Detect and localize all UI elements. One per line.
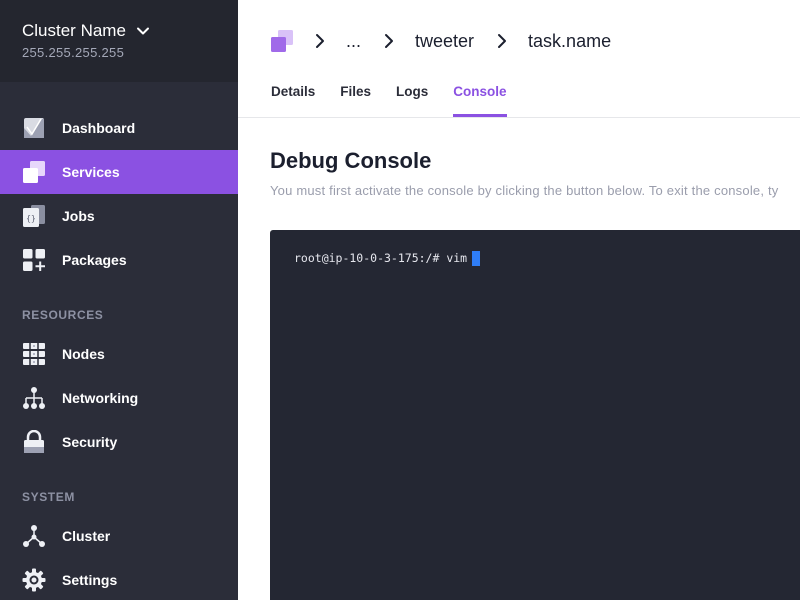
resources-heading: RESOURCES	[22, 308, 104, 322]
svg-text:{}: {}	[26, 214, 36, 223]
system-heading: SYSTEM	[22, 490, 75, 504]
tab-bar: Details Files Logs Console	[271, 78, 532, 118]
chevron-right-icon	[316, 34, 324, 48]
sidebar-item-settings[interactable]: Settings	[0, 558, 238, 600]
sidebar-item-label: Networking	[62, 390, 139, 406]
sidebar-item-label: Settings	[62, 572, 118, 588]
tab-details[interactable]: Details	[271, 78, 315, 118]
console-line: root@ip-10-0-3-175:/# vim	[294, 250, 776, 266]
gear-icon	[22, 568, 46, 592]
sidebar-item-packages[interactable]: Packages	[0, 238, 238, 282]
sidebar-item-services[interactable]: Services	[0, 150, 238, 194]
sidebar-item-label: Nodes	[62, 346, 105, 362]
sidebar-item-label: Packages	[62, 252, 127, 268]
console-cursor	[472, 250, 481, 266]
chevron-right-icon	[385, 34, 394, 48]
console-prompt-text: root@ip-10-0-3-175:/# vim	[294, 251, 468, 265]
networking-icon	[22, 386, 46, 410]
services-icon	[22, 160, 46, 184]
main-content: ... tweeter task.name Details Files Logs…	[238, 0, 800, 600]
cluster-switcher[interactable]: Cluster Name 255.255.255.255	[0, 0, 238, 82]
tab-files[interactable]: Files	[340, 78, 371, 118]
breadcrumb: ... tweeter task.name	[270, 26, 633, 56]
jobs-icon: {}	[22, 204, 46, 228]
dashboard-icon	[22, 116, 46, 140]
page-title: Debug Console	[270, 148, 432, 173]
sidebar-item-label: Dashboard	[62, 120, 136, 136]
sidebar-item-networking[interactable]: Networking	[0, 376, 238, 420]
sidebar: Cluster Name 255.255.255.255 Dashboard S…	[0, 0, 238, 600]
sidebar-item-label: Security	[62, 434, 118, 450]
sidebar-item-security[interactable]: Security	[0, 420, 238, 464]
chevron-down-icon	[136, 27, 149, 35]
page-description: You must first activate the console by c…	[270, 183, 779, 198]
breadcrumb-item-task: task.name	[528, 30, 612, 51]
packages-icon	[22, 248, 46, 272]
sidebar-item-cluster[interactable]: Cluster	[0, 514, 238, 558]
tab-logs[interactable]: Logs	[396, 78, 428, 118]
sidebar-item-label: Cluster	[62, 528, 111, 544]
sidebar-item-nodes[interactable]: Nodes	[0, 332, 238, 376]
cluster-icon	[22, 524, 46, 548]
lock-icon	[22, 430, 46, 454]
sidebar-item-dashboard[interactable]: Dashboard	[0, 106, 238, 150]
tabs-divider	[238, 117, 800, 118]
breadcrumb-ellipsis[interactable]: ...	[346, 31, 361, 52]
sidebar-item-label: Services	[62, 164, 120, 180]
tab-console[interactable]: Console	[453, 78, 507, 118]
sidebar-item-label: Jobs	[62, 208, 95, 224]
sidebar-item-jobs[interactable]: {} Jobs	[0, 194, 238, 238]
services-icon[interactable]	[270, 29, 294, 53]
debug-console[interactable]: root@ip-10-0-3-175:/# vim	[270, 230, 800, 600]
cluster-name: Cluster Name	[22, 21, 126, 40]
cluster-ip: 255.255.255.255	[22, 45, 125, 60]
chevron-right-icon	[498, 34, 507, 48]
nodes-icon	[22, 342, 46, 366]
breadcrumb-item-service[interactable]: tweeter	[415, 31, 474, 52]
